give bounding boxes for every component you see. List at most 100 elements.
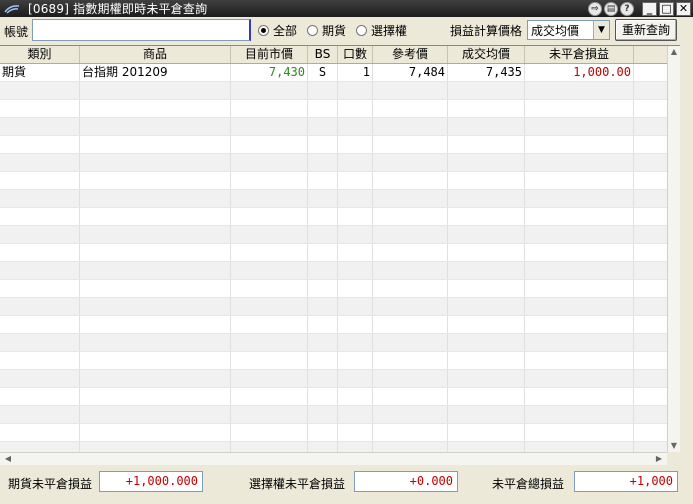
table-row[interactable] xyxy=(0,136,680,154)
empty-cell xyxy=(80,226,231,243)
radio-all-dot[interactable] xyxy=(258,25,269,36)
col-ref-price[interactable]: 參考價 xyxy=(373,46,448,63)
scroll-up-icon[interactable]: ▲ xyxy=(668,46,680,58)
table-row[interactable] xyxy=(0,172,680,190)
table-row[interactable] xyxy=(0,190,680,208)
table-row[interactable] xyxy=(0,334,680,352)
empty-cell xyxy=(525,280,634,297)
empty-cell xyxy=(0,208,80,225)
col-unrealized-pl[interactable]: 未平倉損益 xyxy=(525,46,634,63)
radio-options[interactable]: 選擇權 xyxy=(356,22,407,39)
empty-cell xyxy=(0,352,80,369)
col-product[interactable]: 商品 xyxy=(80,46,231,63)
horizontal-scrollbar[interactable]: ◀ ▶ xyxy=(0,452,667,465)
print-icon[interactable]: ▤ xyxy=(604,1,618,16)
radio-options-label: 選擇權 xyxy=(371,24,408,38)
radio-options-dot[interactable] xyxy=(356,25,368,36)
table-row[interactable] xyxy=(0,370,680,388)
price-basis-select[interactable]: 成交均價 ▼ xyxy=(527,20,610,40)
empty-cell xyxy=(0,262,80,279)
scroll-corner xyxy=(667,452,680,465)
empty-cell xyxy=(231,262,308,279)
radio-futures[interactable]: 期貨 xyxy=(307,22,346,39)
table-row[interactable] xyxy=(0,424,680,442)
empty-cell xyxy=(448,280,525,297)
empty-cell xyxy=(80,154,231,171)
table-row[interactable] xyxy=(0,316,680,334)
empty-cell xyxy=(525,100,634,117)
table-row[interactable] xyxy=(0,154,680,172)
table-row[interactable] xyxy=(0,226,680,244)
empty-cell xyxy=(231,190,308,207)
title-bar: [0689] 指數期權即時未平倉查詢 ⇨ ▤ ? _ □ ✕ xyxy=(0,0,693,17)
table-row[interactable] xyxy=(0,298,680,316)
help-icon[interactable]: ? xyxy=(620,1,634,16)
table-row[interactable] xyxy=(0,280,680,298)
table-row[interactable] xyxy=(0,262,680,280)
empty-cell xyxy=(308,226,338,243)
empty-cell xyxy=(80,316,231,333)
empty-cell xyxy=(448,298,525,315)
chevron-down-icon[interactable]: ▼ xyxy=(593,21,609,39)
requery-button[interactable]: 重新查詢 xyxy=(615,19,677,41)
empty-cell xyxy=(525,442,634,452)
window-edge xyxy=(688,17,693,504)
table-row[interactable] xyxy=(0,100,680,118)
table-row[interactable]: 期貨 台指期 201209 7,430 S 1 7,484 7,435 1,00… xyxy=(0,64,680,82)
scroll-down-icon[interactable]: ▼ xyxy=(668,440,680,452)
radio-futures-dot[interactable] xyxy=(307,25,319,36)
table-row[interactable] xyxy=(0,118,680,136)
col-bs[interactable]: BS xyxy=(308,46,338,63)
empty-cell xyxy=(308,262,338,279)
empty-cell xyxy=(525,244,634,261)
empty-cell xyxy=(525,118,634,135)
empty-cell xyxy=(80,190,231,207)
empty-cell xyxy=(448,208,525,225)
col-qty[interactable]: 口數 xyxy=(338,46,373,63)
empty-cell xyxy=(80,172,231,189)
empty-cell xyxy=(0,100,80,117)
empty-cell xyxy=(0,154,80,171)
radio-all[interactable]: 全部 xyxy=(258,22,297,39)
empty-cell xyxy=(308,82,338,99)
empty-cell xyxy=(338,172,373,189)
scroll-left-icon[interactable]: ◀ xyxy=(2,453,14,465)
empty-cell xyxy=(448,118,525,135)
account-input[interactable] xyxy=(32,19,251,41)
grid-header: 類別 商品 目前市價 BS 口數 參考價 成交均價 未平倉損益 xyxy=(0,46,680,64)
empty-cell xyxy=(373,262,448,279)
minimize-icon[interactable]: _ xyxy=(642,1,657,16)
empty-cell xyxy=(308,316,338,333)
maximize-icon[interactable]: □ xyxy=(659,1,674,16)
empty-cell xyxy=(448,100,525,117)
empty-cell xyxy=(338,154,373,171)
empty-cell xyxy=(0,442,80,452)
cell-bs: S xyxy=(308,64,338,81)
col-avg-price[interactable]: 成交均價 xyxy=(448,46,525,63)
table-row[interactable] xyxy=(0,388,680,406)
empty-cell xyxy=(338,226,373,243)
positions-grid: 類別 商品 目前市價 BS 口數 參考價 成交均價 未平倉損益 期貨 台指期 2… xyxy=(0,45,680,452)
total-pl-value: +1,000 xyxy=(574,471,678,492)
col-market-price[interactable]: 目前市價 xyxy=(231,46,308,63)
empty-cell xyxy=(338,82,373,99)
table-row[interactable] xyxy=(0,244,680,262)
col-category[interactable]: 類別 xyxy=(0,46,80,63)
empty-cell xyxy=(525,406,634,423)
export-icon[interactable]: ⇨ xyxy=(588,1,602,16)
empty-cell xyxy=(80,280,231,297)
scroll-right-icon[interactable]: ▶ xyxy=(653,453,665,465)
empty-cell xyxy=(525,424,634,441)
table-row[interactable] xyxy=(0,442,680,452)
empty-cell xyxy=(231,298,308,315)
table-row[interactable] xyxy=(0,406,680,424)
table-row[interactable] xyxy=(0,352,680,370)
empty-cell xyxy=(0,388,80,405)
empty-cell xyxy=(0,316,80,333)
empty-cell xyxy=(373,244,448,261)
table-row[interactable] xyxy=(0,208,680,226)
close-icon[interactable]: ✕ xyxy=(676,1,691,16)
vertical-scrollbar[interactable]: ▲ ▼ xyxy=(667,46,680,452)
empty-cell xyxy=(373,298,448,315)
table-row[interactable] xyxy=(0,82,680,100)
